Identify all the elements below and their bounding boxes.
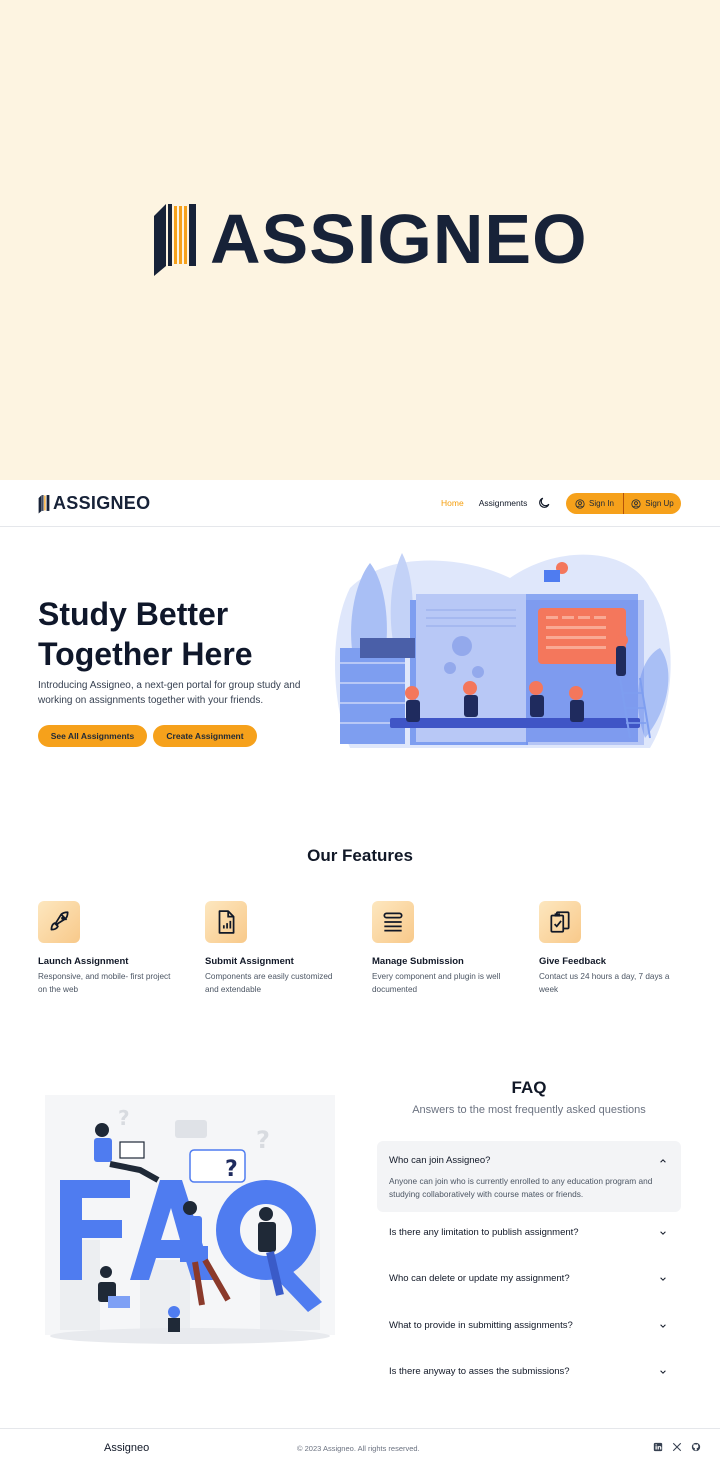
feature-desc: Every component and plugin is well docum… <box>372 972 501 994</box>
sign-up-label: Sign Up <box>645 499 674 508</box>
feature-title: Give Feedback <box>539 956 607 967</box>
feature-card-launch: Launch Assignment Responsive, and mobile… <box>38 901 178 996</box>
feature-title: Submit Assignment <box>205 956 294 967</box>
sign-in-label: Sign In <box>589 499 614 508</box>
social-links <box>653 1442 701 1452</box>
svg-text:?: ? <box>256 1126 270 1154</box>
faq-question[interactable]: Who can join Assigneo? <box>389 1155 490 1166</box>
faq-answer: Anyone can join who is currently enrolle… <box>389 1176 653 1199</box>
feature-desc: Responsive, and mobile- first project on… <box>38 972 171 994</box>
hero-subtitle: Introducing Assigneo, a next-gen portal … <box>38 680 301 706</box>
hero-banner: ASSIGNEO <box>0 0 720 480</box>
navbar: ASSIGNEO Home Assignments Sign In Sign U… <box>0 480 720 527</box>
chevron-down-icon[interactable] <box>659 1368 667 1376</box>
faq-question[interactable]: Is there any limitation to publish assig… <box>389 1227 579 1238</box>
nav-links: Home Assignments <box>441 498 527 508</box>
banner-logo-text: ASSIGNEO <box>210 200 588 278</box>
github-icon[interactable] <box>691 1442 701 1452</box>
sign-in-button[interactable]: Sign In <box>566 493 623 514</box>
study-group-illustration <box>335 553 671 748</box>
chevron-up-icon[interactable] <box>659 1157 667 1165</box>
rocket-icon <box>50 911 69 931</box>
document-chart-icon <box>218 910 235 934</box>
feature-title: Manage Submission <box>372 956 464 967</box>
footer-brand[interactable]: Assigneo <box>104 1442 149 1454</box>
footer: Assigneo © 2023 Assigneo. All rights res… <box>0 1428 720 1468</box>
x-icon[interactable] <box>672 1442 682 1452</box>
feature-title: Launch Assignment <box>38 956 129 967</box>
hero-title-line2: Together Here <box>38 636 253 672</box>
faq-subtitle: Answers to the most frequently asked que… <box>412 1104 646 1116</box>
hero-title: Study Better Together Here <box>38 594 253 674</box>
create-assignment-button[interactable]: Create Assignment <box>153 725 257 747</box>
nav-link-assignments[interactable]: Assignments <box>479 498 528 508</box>
feature-card-submit: Submit Assignment Components are easily … <box>205 901 345 996</box>
moon-icon[interactable] <box>537 496 551 510</box>
faq-illustration: ?? ? <box>45 1095 335 1344</box>
chevron-down-icon[interactable] <box>659 1275 667 1283</box>
feature-desc: Components are easily customized and ext… <box>205 972 333 994</box>
svg-text:?: ? <box>225 1157 238 1182</box>
auth-button-group: Sign In Sign Up <box>566 493 681 514</box>
feature-card-manage: Manage Submission Every component and pl… <box>372 901 512 996</box>
faq-question[interactable]: Is there anyway to asses the submissions… <box>389 1366 570 1377</box>
svg-text:?: ? <box>118 1106 130 1130</box>
feature-icon-box <box>205 901 247 943</box>
feature-icon-box <box>372 901 414 943</box>
chevron-down-icon[interactable] <box>659 1229 667 1237</box>
faq-title: FAQ <box>511 1078 547 1097</box>
feature-card-feedback: Give Feedback Contact us 24 hours a day,… <box>539 901 679 996</box>
feature-desc: Contact us 24 hours a day, 7 days a week <box>539 972 670 994</box>
book-logo-icon <box>154 204 196 276</box>
faq-question[interactable]: Who can delete or update my assignment? <box>389 1273 570 1284</box>
nav-logo-text: ASSIGNEO <box>53 493 151 513</box>
features-title: Our Features <box>307 846 413 865</box>
nav-link-home[interactable]: Home <box>441 498 464 508</box>
nav-logo[interactable]: ASSIGNEO <box>38 493 150 514</box>
linkedin-icon[interactable] <box>653 1442 663 1452</box>
see-all-assignments-button[interactable]: See All Assignments <box>38 725 147 747</box>
user-circle-icon <box>631 498 641 509</box>
user-circle-icon <box>575 498 585 509</box>
feature-icon-box <box>539 901 581 943</box>
hero-title-line1: Study Better <box>38 596 229 632</box>
footer-copyright: © 2023 Assigneo. All rights reserved. <box>297 1444 420 1453</box>
stack-icon <box>383 912 403 932</box>
faq-question[interactable]: What to provide in submitting assignment… <box>389 1320 573 1331</box>
sign-up-button[interactable]: Sign Up <box>624 493 681 514</box>
clipboard-check-icon <box>550 911 570 933</box>
feature-icon-box <box>38 901 80 943</box>
chevron-down-icon[interactable] <box>659 1322 667 1330</box>
banner-logo: ASSIGNEO <box>152 200 588 278</box>
book-logo-icon <box>38 494 50 513</box>
